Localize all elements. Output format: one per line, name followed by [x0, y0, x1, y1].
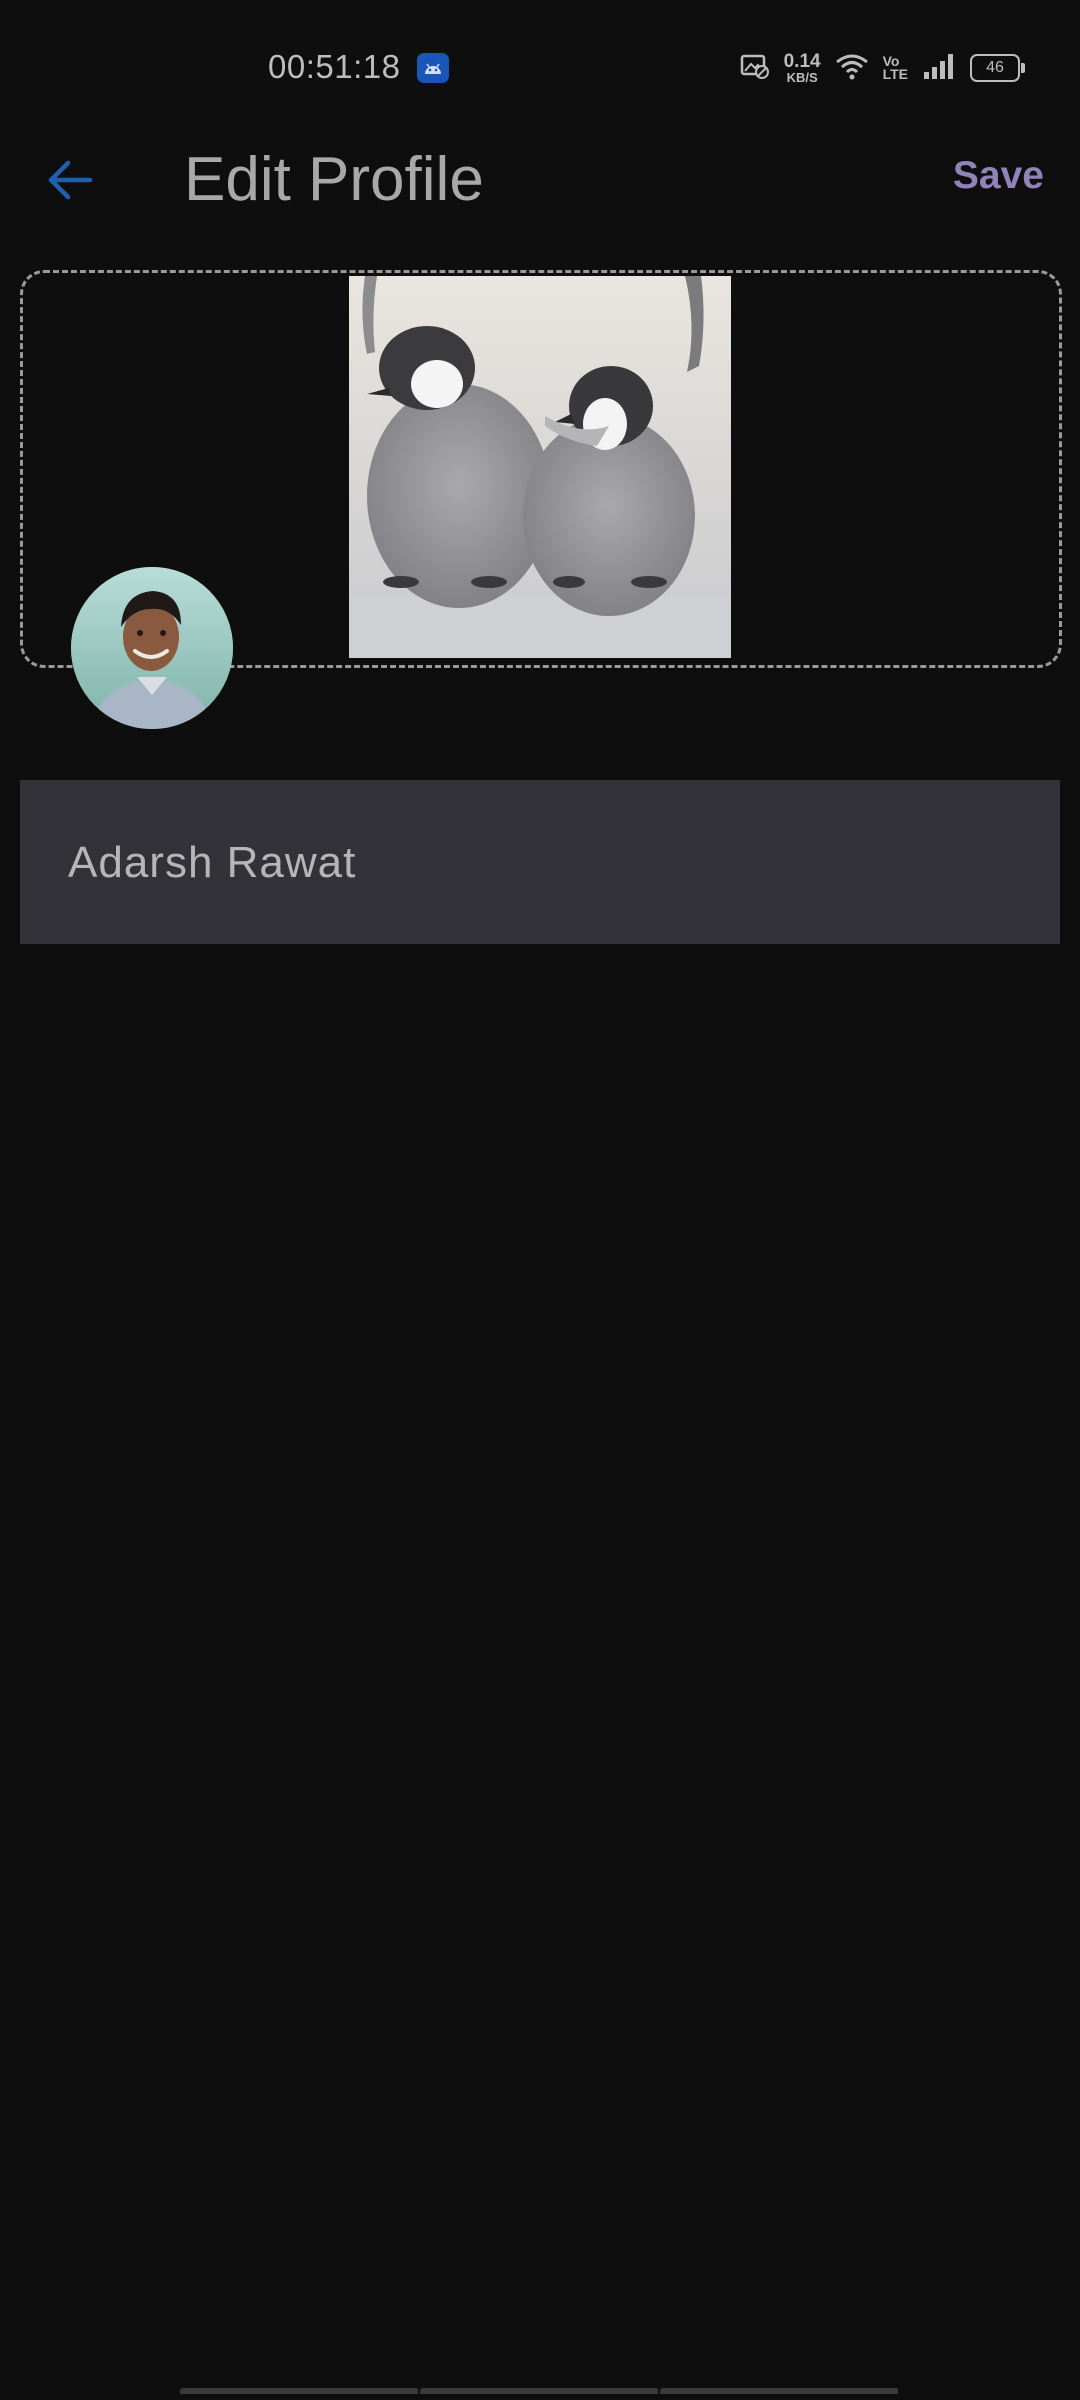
nav-hint-segment	[180, 2388, 420, 2394]
name-input[interactable]	[68, 838, 968, 888]
app-bar: Edit Profile Save	[0, 130, 1080, 230]
navigation-hint-bar	[180, 2388, 900, 2394]
network-speed-unit: KB/S	[786, 70, 818, 85]
wifi-icon	[835, 52, 869, 85]
nav-hint-segment	[660, 2388, 900, 2394]
page-title: Edit Profile	[184, 145, 484, 214]
battery-icon: 46	[970, 54, 1025, 82]
save-button[interactable]: Save	[953, 154, 1044, 198]
status-time: 00:51:18	[268, 48, 401, 85]
profile-avatar[interactable]	[71, 567, 233, 729]
network-speed-value: 0.14	[783, 51, 821, 72]
signal-strength-icon	[922, 52, 956, 85]
network-speed: 0.14 KB/S	[784, 52, 821, 84]
status-icons: 0.14 KB/S Vo LTE 46	[740, 48, 1025, 88]
screenshot-blocked-icon	[740, 52, 770, 85]
nav-hint-segment	[420, 2388, 660, 2394]
battery-level: 46	[986, 59, 1004, 76]
status-bar: 00:51:18 0.14 KB/S Vo LTE 46	[0, 0, 1080, 130]
cover-image[interactable]	[349, 276, 731, 658]
edit-profile-screen: 00:51:18 0.14 KB/S Vo LTE 46 Edit Profil…	[0, 0, 1080, 2400]
back-button[interactable]	[38, 150, 102, 214]
volte-bottom: LTE	[882, 66, 908, 82]
android-notification-icon	[417, 53, 449, 83]
name-field[interactable]	[20, 780, 1060, 944]
volte-indicator: Vo LTE	[882, 54, 908, 82]
arrow-back-icon	[46, 158, 94, 207]
